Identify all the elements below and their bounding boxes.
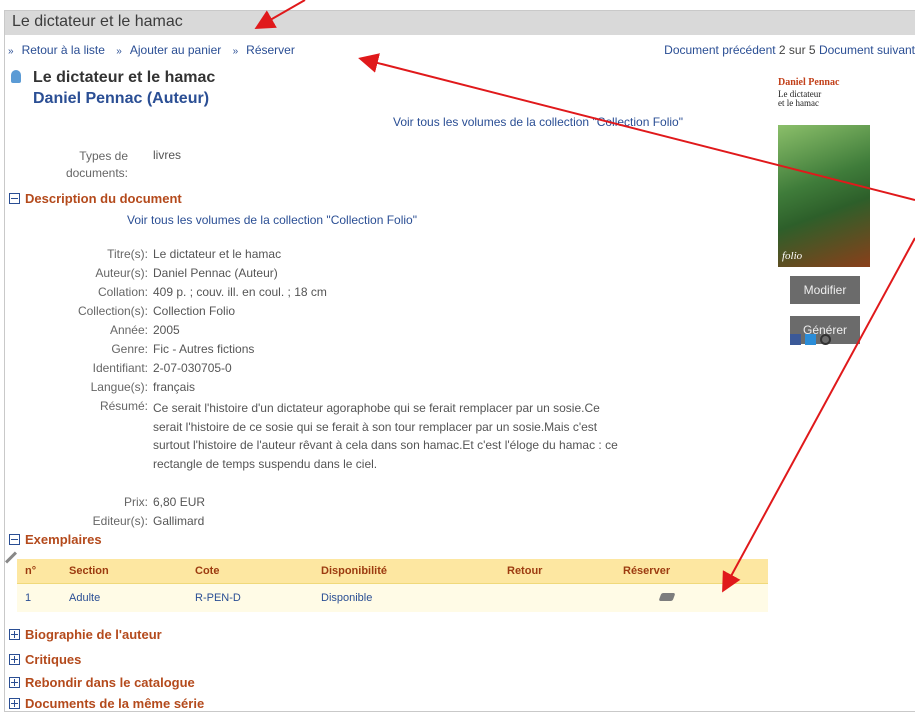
field-row: Prix: 6,80 EUR bbox=[0, 495, 700, 513]
expand-icon[interactable] bbox=[9, 677, 20, 688]
collapse-icon[interactable] bbox=[9, 193, 20, 204]
field-label: Prix: bbox=[124, 495, 148, 509]
field-label: Auteur(s): bbox=[95, 266, 148, 280]
field-label: Langue(s): bbox=[90, 380, 148, 394]
twitter-icon[interactable] bbox=[805, 334, 816, 345]
author-link[interactable]: Daniel Pennac (Auteur) bbox=[153, 266, 278, 280]
field-value: français bbox=[153, 380, 196, 394]
cover-brand: folio bbox=[782, 250, 803, 262]
field-row: Genre: Fic - Autres fictions bbox=[0, 342, 700, 360]
genre-link[interactable]: Fic - Autres fictions bbox=[153, 342, 254, 356]
section-heading: Rebondir dans le catalogue bbox=[25, 675, 195, 690]
collection-volumes-link-2[interactable]: Voir tous les volumes de la collection "… bbox=[127, 213, 417, 227]
title-bar: Le dictateur et le hamac bbox=[5, 11, 915, 35]
reserve-link[interactable]: Réserver bbox=[246, 43, 295, 57]
raquo-icon: » bbox=[116, 46, 122, 57]
field-value: Collection Folio bbox=[153, 304, 236, 318]
table-header-row: n° Section Cote Disponibilité Retour Rés… bbox=[17, 559, 768, 584]
field-label: Editeur(s): bbox=[92, 514, 148, 528]
field-value: Gallimard bbox=[153, 514, 205, 528]
field-label: Année: bbox=[109, 323, 148, 337]
series-section-header[interactable]: Documents de la même série bbox=[9, 696, 204, 711]
collection-volumes-link[interactable]: Voir tous les volumes de la collection "… bbox=[393, 115, 683, 129]
resume-text: Ce serait l'histoire d'un dictateur agor… bbox=[153, 401, 618, 471]
field-value: Le dictateur et le hamac bbox=[153, 247, 282, 261]
raquo-icon: » bbox=[232, 46, 239, 57]
expand-icon[interactable] bbox=[9, 698, 20, 709]
doc-type-label: Types de documents: bbox=[65, 149, 128, 180]
cell-reserve bbox=[615, 583, 768, 612]
field-row: Langue(s): français bbox=[0, 380, 700, 398]
field-value: 6,80 EUR bbox=[153, 495, 206, 509]
field-row: Collation: 409 p. ; couv. ill. en coul. ;… bbox=[0, 285, 700, 303]
field-label: Collection(s): bbox=[77, 304, 148, 318]
raquo-icon: » bbox=[8, 46, 14, 57]
section-heading: Documents de la même série bbox=[25, 696, 205, 711]
cell-number: 1 bbox=[17, 583, 61, 612]
column-header: Réserver bbox=[615, 559, 768, 584]
cover-title: Le dictateur et le hamac bbox=[778, 89, 822, 108]
description-section-header[interactable]: Description du document bbox=[9, 191, 182, 206]
field-value: 409 p. ; couv. ill. en coul. ; 18 cm bbox=[153, 285, 327, 299]
record-nav: » Retour à la liste » Ajouter au panier » R… bbox=[5, 43, 915, 61]
cell-availability: Disponible bbox=[313, 583, 499, 612]
reserve-book-icon[interactable] bbox=[658, 593, 676, 601]
facebook-icon[interactable] bbox=[790, 334, 801, 345]
cover-illustration bbox=[778, 125, 870, 267]
collapse-icon[interactable] bbox=[9, 534, 20, 545]
field-label: Titre(s): bbox=[107, 247, 148, 261]
column-header: Section bbox=[61, 559, 187, 584]
critiques-section-header[interactable]: Critiques bbox=[9, 652, 81, 667]
record-author-link[interactable]: Daniel Pennac (Auteur) bbox=[33, 90, 209, 108]
table-row: 1 Adulte R-PEN-D Disponible bbox=[17, 583, 768, 612]
column-header: Retour bbox=[499, 559, 615, 584]
back-to-list-link[interactable]: Retour à la liste bbox=[22, 43, 105, 57]
field-row: Auteur(s): Daniel Pennac (Auteur) bbox=[0, 266, 700, 284]
biography-section-header[interactable]: Biographie de l'auteur bbox=[9, 627, 162, 642]
field-label: Genre: bbox=[111, 342, 148, 356]
record-position: 2 sur 5 bbox=[778, 43, 816, 57]
column-header: Disponibilité bbox=[313, 559, 499, 584]
share-icons bbox=[790, 334, 831, 345]
description-heading: Description du document bbox=[25, 191, 182, 206]
field-row: Année: 2005 bbox=[0, 323, 700, 341]
link-icon[interactable] bbox=[820, 334, 831, 345]
exemplaires-table: n° Section Cote Disponibilité Retour Rés… bbox=[17, 559, 768, 612]
previous-document-link[interactable]: Document précédent bbox=[664, 43, 775, 57]
section-heading: Critiques bbox=[25, 652, 82, 667]
book-icon bbox=[11, 70, 21, 83]
next-document-link[interactable]: Document suivant bbox=[819, 43, 915, 57]
cell-return bbox=[499, 583, 615, 612]
section-heading: Biographie de l'auteur bbox=[25, 627, 162, 642]
field-label: Résumé: bbox=[99, 399, 148, 413]
field-row: Identifiant: 2-07-030705-0 bbox=[0, 361, 700, 379]
column-header: n° bbox=[17, 559, 61, 584]
exemplaires-heading: Exemplaires bbox=[25, 532, 102, 547]
field-label: Collation: bbox=[97, 285, 148, 299]
expand-icon[interactable] bbox=[9, 629, 20, 640]
cover-author: Daniel Pennac bbox=[778, 77, 840, 88]
field-value: 2005 bbox=[153, 323, 180, 337]
record-title: Le dictateur et le hamac bbox=[33, 69, 216, 86]
cell-cote: R-PEN-D bbox=[187, 583, 313, 612]
book-cover: Daniel Pennac Le dictateur et le hamac fo… bbox=[776, 75, 871, 268]
add-to-cart-link[interactable]: Ajouter au panier bbox=[130, 43, 221, 57]
page-title: Le dictateur et le hamac bbox=[12, 13, 183, 30]
field-row: Collection(s): Collection Folio bbox=[0, 304, 700, 322]
modify-button[interactable]: Modifier bbox=[790, 276, 860, 304]
field-label: Identifiant: bbox=[92, 361, 148, 375]
cell-section: Adulte bbox=[61, 583, 187, 612]
exemplaires-section-header[interactable]: Exemplaires bbox=[9, 532, 102, 547]
field-row: Editeur(s): Gallimard bbox=[0, 514, 700, 532]
doc-type-value-link[interactable]: livres bbox=[153, 148, 181, 162]
expand-icon[interactable] bbox=[9, 654, 20, 665]
rebondir-section-header[interactable]: Rebondir dans le catalogue bbox=[9, 675, 195, 690]
field-value: 2-07-030705-0 bbox=[153, 361, 232, 375]
column-header: Cote bbox=[187, 559, 313, 584]
field-row: Titre(s): Le dictateur et le hamac bbox=[0, 247, 700, 265]
